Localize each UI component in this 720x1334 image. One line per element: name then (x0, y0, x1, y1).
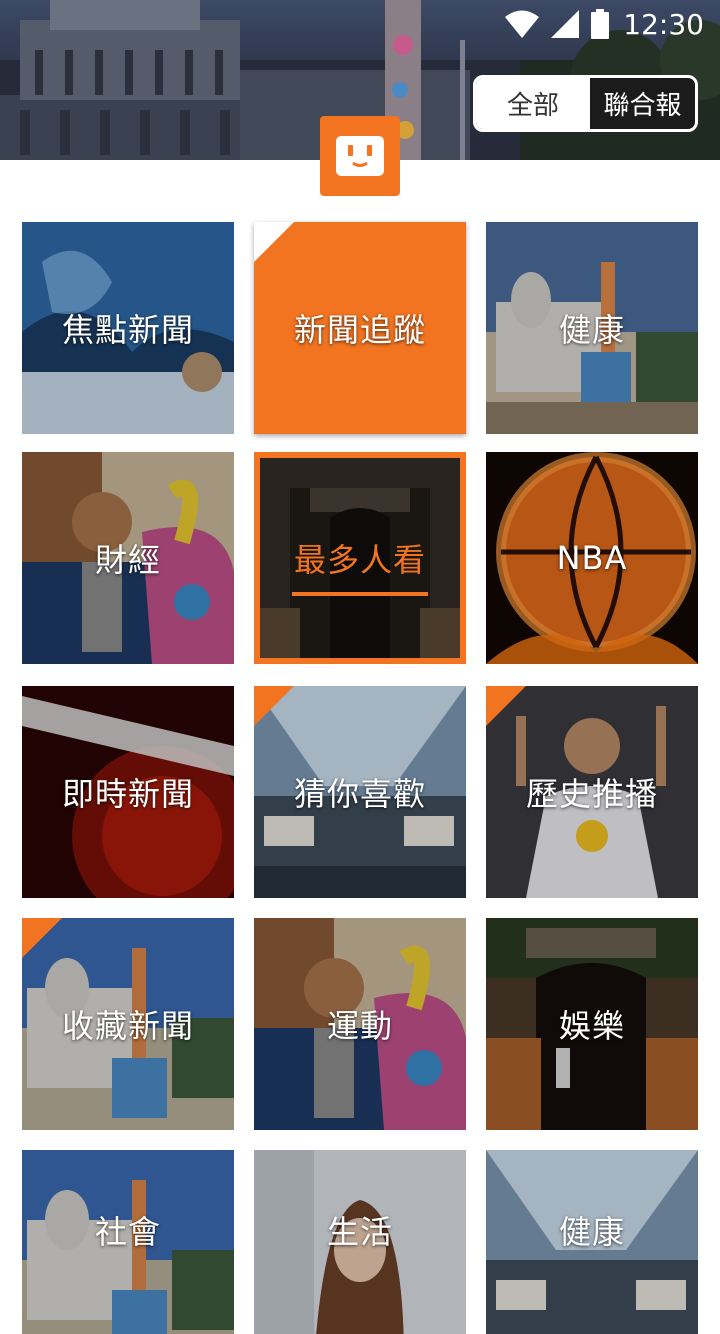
status-time: 12:30 (623, 7, 704, 41)
tile-label: 生活 (326, 1213, 393, 1251)
tile-label: 娛樂 (558, 1007, 625, 1045)
app-logo-icon[interactable] (320, 116, 400, 196)
cell-signal-icon (551, 10, 580, 38)
tile-recommended[interactable]: 猜你喜歡 (254, 686, 466, 898)
selected-underline (292, 592, 428, 596)
tile-label: 猜你喜歡 (293, 775, 426, 813)
source-segmented-control: 全部 聯合報 (473, 75, 698, 132)
tile-label: 運動 (326, 1007, 393, 1045)
tile-sports[interactable]: 運動 (254, 918, 466, 1130)
tile-news-tracking[interactable]: 新聞追蹤 (254, 222, 466, 434)
tile-label: 財經 (94, 541, 161, 579)
tile-society[interactable]: 社會 (22, 1150, 234, 1334)
tile-label: 即時新聞 (61, 775, 194, 813)
tile-label: 最多人看 (293, 541, 426, 579)
tile-saved-news[interactable]: 收藏新聞 (22, 918, 234, 1130)
tile-label: NBA (556, 539, 628, 577)
tile-life[interactable]: 生活 (254, 1150, 466, 1334)
new-corner-marker (486, 686, 526, 726)
tile-health[interactable]: 健康 (486, 222, 698, 434)
battery-icon (591, 9, 610, 39)
tile-history-push[interactable]: 歷史推播 (486, 686, 698, 898)
tile-label: 新聞追蹤 (293, 311, 426, 349)
tile-label: 歷史推播 (525, 775, 658, 813)
tile-nba[interactable]: NBA (486, 452, 698, 664)
tile-label: 健康 (558, 1213, 625, 1251)
segment-udn[interactable]: 聯合報 (590, 78, 695, 129)
tile-most-viewed[interactable]: 最多人看 (254, 452, 466, 664)
tile-finance[interactable]: 財經 (22, 452, 234, 664)
new-corner-marker (254, 222, 294, 262)
tile-label: 焦點新聞 (61, 311, 194, 349)
new-corner-marker (254, 686, 294, 726)
status-bar: 12:30 (480, 0, 720, 48)
tile-label: 社會 (94, 1213, 161, 1251)
wifi-icon (505, 10, 540, 38)
segment-all[interactable]: 全部 (476, 78, 590, 129)
tile-label: 收藏新聞 (61, 1007, 194, 1045)
tile-entertainment[interactable]: 娛樂 (486, 918, 698, 1130)
tile-health-2[interactable]: 健康 (486, 1150, 698, 1334)
tile-focus-news[interactable]: 焦點新聞 (22, 222, 234, 434)
new-corner-marker (22, 918, 62, 958)
tile-breaking-news[interactable]: 即時新聞 (22, 686, 234, 898)
tile-label: 健康 (558, 311, 625, 349)
